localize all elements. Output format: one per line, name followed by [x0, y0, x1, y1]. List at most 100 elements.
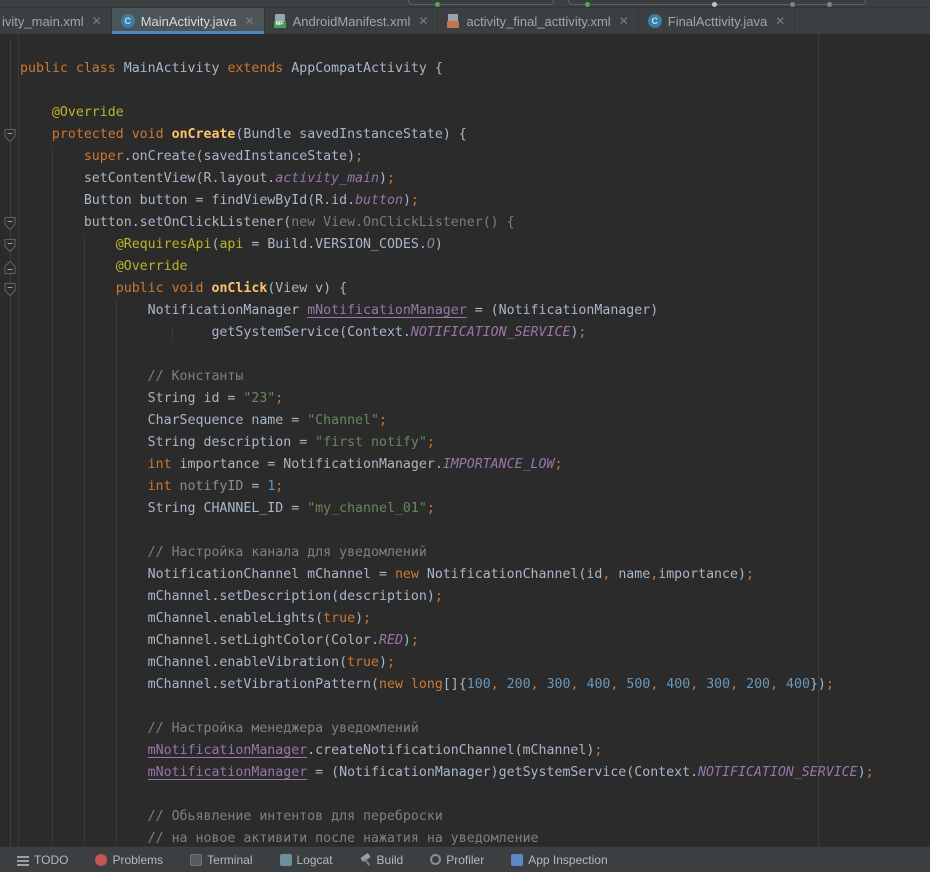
code-token: new View.OnClickListener() {	[291, 215, 514, 230]
code-editor[interactable]: public class MainActivity extends AppCom…	[0, 34, 930, 846]
code-line: mChannel.setLightColor(Color.RED);	[0, 630, 930, 652]
code-line: // Настройка менеджера уведомлений	[0, 718, 930, 740]
code-token: ;	[387, 655, 395, 670]
code-token: ;	[578, 325, 586, 340]
code-line: public class MainActivity extends AppCom…	[0, 58, 930, 80]
indent	[20, 809, 148, 824]
app-inspection-icon	[511, 854, 523, 866]
tab-FinalActtivity.java[interactable]: CFinalActtivity.java	[639, 8, 796, 34]
code-token: new	[395, 567, 419, 582]
close-icon[interactable]	[619, 14, 629, 28]
code-token: @RequiresApi	[116, 237, 212, 252]
code-token: NotificationChannel mChannel =	[148, 567, 395, 582]
indent	[20, 303, 148, 318]
close-icon[interactable]	[245, 14, 255, 28]
code-line: mNotificationManager = (NotificationMana…	[0, 762, 930, 784]
main-toolbar-edge	[0, 0, 930, 8]
code-token: setContentView(R.layout.	[84, 171, 275, 186]
code-token: ,	[531, 677, 539, 692]
file-badge	[447, 21, 459, 28]
code-token: ;	[411, 633, 419, 648]
indent	[20, 611, 148, 626]
code-token: activity_main	[275, 171, 379, 186]
code-token: ;	[275, 479, 283, 494]
indent	[20, 501, 148, 516]
indent	[20, 831, 148, 846]
indent	[20, 369, 148, 384]
code-token: AppCompatActivity {	[291, 61, 443, 76]
code-token: String id =	[148, 391, 244, 406]
device-status-icon	[585, 2, 590, 7]
code-token	[539, 677, 547, 692]
code-line: public void onClick(View v) {	[0, 278, 930, 300]
tab-MainActivity.java[interactable]: CMainActivity.java	[112, 8, 265, 34]
code-area[interactable]: public class MainActivity extends AppCom…	[0, 58, 930, 846]
logcat-icon	[280, 854, 292, 866]
code-token: O	[427, 237, 435, 252]
toolbar-dot-icon	[827, 2, 832, 7]
toolbar-glyph-icon	[712, 2, 717, 7]
code-token: )	[435, 237, 443, 252]
run-icon[interactable]	[435, 2, 440, 7]
code-token: )	[403, 193, 411, 208]
code-token: )	[355, 611, 363, 626]
code-line: Button button = findViewById(R.id.button…	[0, 190, 930, 212]
indent	[20, 127, 52, 142]
code-token: mChannel.setVibrationPattern(	[148, 677, 379, 692]
code-line: CharSequence name = "Channel";	[0, 410, 930, 432]
code-token: mNotificationManager	[148, 765, 308, 780]
run-configuration-widget[interactable]	[408, 0, 554, 5]
java-class-icon: C	[648, 14, 662, 28]
code-line: @Override	[0, 256, 930, 278]
code-token	[499, 677, 507, 692]
code-line: String id = "23";	[0, 388, 930, 410]
indent	[20, 237, 116, 252]
manifest-icon: MF	[274, 14, 287, 28]
code-line: setContentView(R.layout.activity_main);	[0, 168, 930, 190]
code-token: Button button = findViewById(R.id.	[84, 193, 355, 208]
code-token: 300	[547, 677, 571, 692]
code-token: NOTIFICATION_SERVICE	[698, 765, 858, 780]
tab-label: ivity_main.xml	[2, 14, 84, 29]
java-class-icon: C	[121, 14, 135, 28]
code-token: )	[403, 633, 411, 648]
code-line: mChannel.enableLights(true);	[0, 608, 930, 630]
code-token: IMPORTANCE_LOW	[443, 457, 555, 472]
code-token: @Override	[52, 105, 124, 120]
code-token: 400	[586, 677, 610, 692]
code-token: ;	[411, 193, 419, 208]
indent	[20, 567, 148, 582]
code-token: ;	[826, 677, 834, 692]
code-token: // на новое активити после нажатия на ув…	[148, 831, 539, 846]
code-token: (View v) {	[267, 281, 347, 296]
tab-ivity_main.xml[interactable]: ivity_main.xml	[0, 8, 112, 34]
code-token: mNotificationManager	[148, 743, 308, 758]
code-token: 300	[706, 677, 730, 692]
close-icon[interactable]	[92, 14, 102, 28]
code-token: = (NotificationManager)	[467, 303, 658, 318]
code-token: (Bundle savedInstanceState) {	[235, 127, 466, 142]
code-token: RED	[379, 633, 403, 648]
indent	[20, 259, 116, 274]
code-token: "my_channel_01"	[307, 501, 427, 516]
code-line	[0, 784, 930, 806]
code-token: })	[810, 677, 826, 692]
close-icon[interactable]	[418, 14, 428, 28]
indent	[20, 633, 148, 648]
tab-label: AndroidManifest.xml	[293, 14, 411, 29]
code-line: // Константы	[0, 366, 930, 388]
indent	[20, 457, 148, 472]
tab-AndroidManifest.xml[interactable]: MF AndroidManifest.xml	[265, 8, 439, 34]
indent	[20, 325, 211, 340]
code-token: button	[355, 193, 403, 208]
tab-activity_final_acttivity.xml[interactable]: activity_final_acttivity.xml	[438, 8, 638, 34]
code-token: // Настройка канала для уведомлений	[148, 545, 427, 560]
code-token: 400	[786, 677, 810, 692]
close-icon[interactable]	[775, 14, 785, 28]
code-token: 200	[746, 677, 770, 692]
device-selector-widget[interactable]	[568, 0, 866, 5]
code-token: NOTIFICATION_SERVICE	[411, 325, 571, 340]
code-token: ;	[594, 743, 602, 758]
code-token: super	[84, 149, 124, 164]
code-token: protected void	[52, 127, 172, 142]
